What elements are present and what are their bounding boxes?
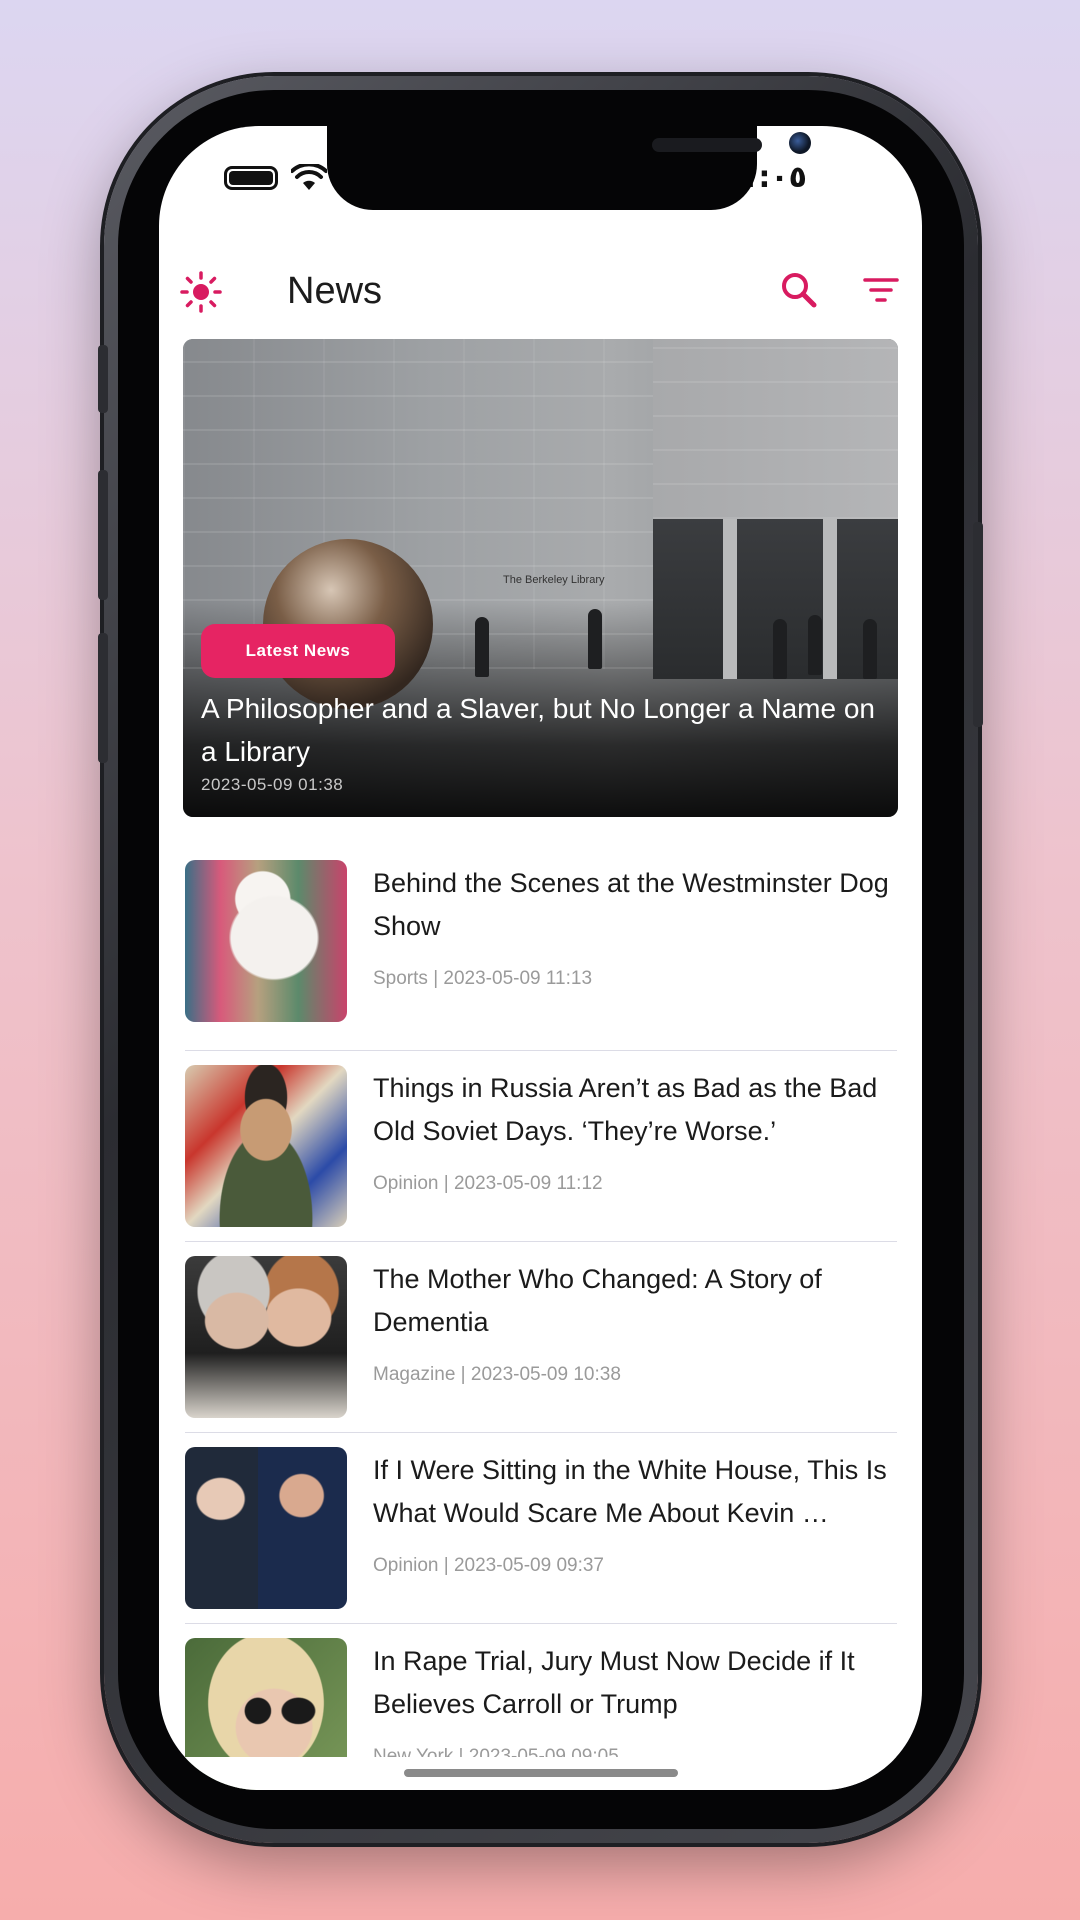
article-thumbnail	[185, 1447, 347, 1609]
home-indicator[interactable]	[404, 1769, 678, 1777]
notch	[327, 126, 811, 210]
app-header: News	[159, 246, 922, 336]
list-item[interactable]: Behind the Scenes at the Westminster Dog…	[185, 860, 897, 1051]
wifi-icon	[291, 164, 327, 190]
front-camera	[789, 132, 811, 154]
featured-article-card[interactable]: The Berkeley Library Latest News A Philo…	[183, 339, 898, 817]
silent-switch	[98, 345, 108, 413]
article-meta: Opinion | 2023-05-09 09:37	[373, 1555, 604, 1576]
article-meta: Magazine | 2023-05-09 10:38	[373, 1364, 621, 1385]
building-sign: The Berkeley Library	[503, 574, 605, 586]
pedestrian	[808, 615, 822, 675]
brightness-icon[interactable]	[179, 270, 223, 314]
battery-icon	[224, 166, 278, 190]
article-title: Things in Russia Aren’t as Bad as the Ba…	[373, 1073, 878, 1146]
speaker	[652, 138, 762, 152]
search-icon[interactable]	[779, 270, 819, 310]
list-item[interactable]: Things in Russia Aren’t as Bad as the Ba…	[185, 1051, 897, 1242]
pedestrian	[773, 619, 787, 679]
article-title: If I Were Sitting in the White House, Th…	[373, 1455, 887, 1528]
news-list: Behind the Scenes at the Westminster Dog…	[185, 860, 897, 1790]
article-thumbnail	[185, 860, 347, 1022]
featured-article-date: 2023-05-09 01:38	[201, 775, 344, 794]
pedestrian	[863, 619, 877, 679]
article-thumbnail	[185, 1256, 347, 1418]
app-screen: ▮▮▮ ١١:٠٥ News	[159, 126, 922, 1790]
list-item[interactable]: If I Were Sitting in the White House, Th…	[185, 1433, 897, 1624]
pedestrian	[588, 609, 602, 669]
power-button	[973, 522, 983, 727]
article-meta: Opinion | 2023-05-09 11:12	[373, 1173, 603, 1194]
filter-icon[interactable]	[863, 276, 899, 306]
pedestrian	[475, 617, 489, 677]
hero-wall-right	[653, 339, 898, 519]
article-title: In Rape Trial, Jury Must Now Decide if I…	[373, 1646, 855, 1719]
hero-pillar	[823, 519, 837, 679]
volume-down-button	[98, 633, 108, 763]
article-title: Behind the Scenes at the Westminster Dog…	[373, 868, 889, 941]
latest-news-badge: Latest News	[201, 624, 395, 678]
article-meta: Sports | 2023-05-09 11:13	[373, 968, 593, 989]
list-item[interactable]: The Mother Who Changed: A Story of Demen…	[185, 1242, 897, 1433]
featured-article-title: A Philosopher and a Slaver, but No Longe…	[201, 693, 875, 767]
volume-up-button	[98, 470, 108, 600]
article-title: The Mother Who Changed: A Story of Demen…	[373, 1264, 822, 1337]
hero-pillar	[723, 519, 737, 679]
article-thumbnail	[185, 1065, 347, 1227]
page-title: News	[287, 270, 383, 312]
